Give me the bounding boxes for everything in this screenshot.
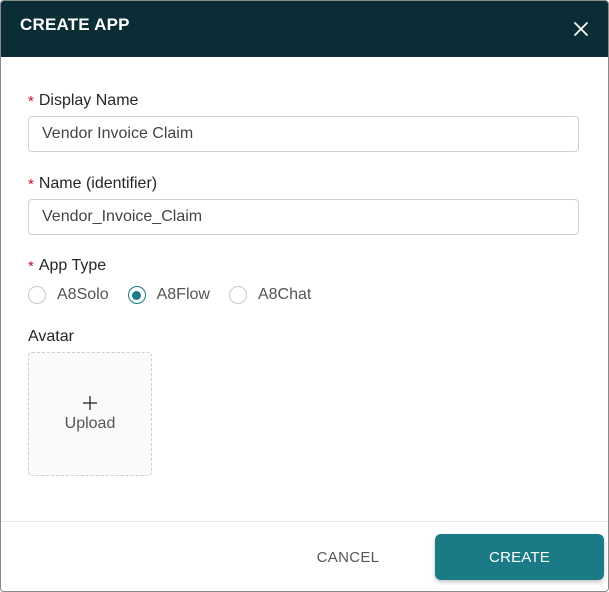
radio-option-a8flow[interactable]: A8Flow [127,286,210,304]
required-marker: * [28,258,34,275]
identifier-input[interactable] [28,199,579,235]
required-marker: * [28,176,34,193]
required-marker: * [28,93,34,110]
app-type-radio-group: A8Solo A8Flow A8Chat [28,283,330,307]
create-button[interactable]: CREATE [435,534,604,580]
dialog-title: CREATE APP [20,15,130,34]
app-type-label-text: App Type [38,257,107,274]
identifier-label: * Name (identifier) [28,175,157,193]
close-icon [574,22,588,36]
radio-button[interactable] [228,286,247,304]
app-type-label: * App Type [28,257,106,275]
dialog-header: CREATE APP [1,1,608,57]
footer-divider [1,521,608,522]
radio-label: A8Chat [257,286,312,303]
radio-dot [132,290,142,300]
create-app-dialog: CREATE APP *Display Name *Name (identifi… [0,0,609,592]
identifier-label-text: Name (identifier) [38,175,158,192]
display-name-input[interactable] [28,116,579,152]
radio-label: A8Flow [156,286,210,303]
avatar-label: Avatar [28,328,74,345]
plus-icon [83,396,97,410]
upload-label: Upload [64,415,116,432]
radio-button-selected[interactable] [127,286,146,304]
close-button[interactable] [567,15,595,43]
radio-option-a8chat[interactable]: A8Chat [228,286,312,304]
radio-button[interactable] [28,286,46,304]
radio-option-a8solo[interactable]: A8Solo [28,286,109,304]
radio-label: A8Solo [57,286,109,303]
display-name-label-text: Display Name [38,92,139,109]
avatar-upload-button[interactable]: Upload [28,352,152,476]
cancel-button[interactable]: CANCEL [298,537,398,577]
display-name-label: * Display Name [28,92,138,110]
